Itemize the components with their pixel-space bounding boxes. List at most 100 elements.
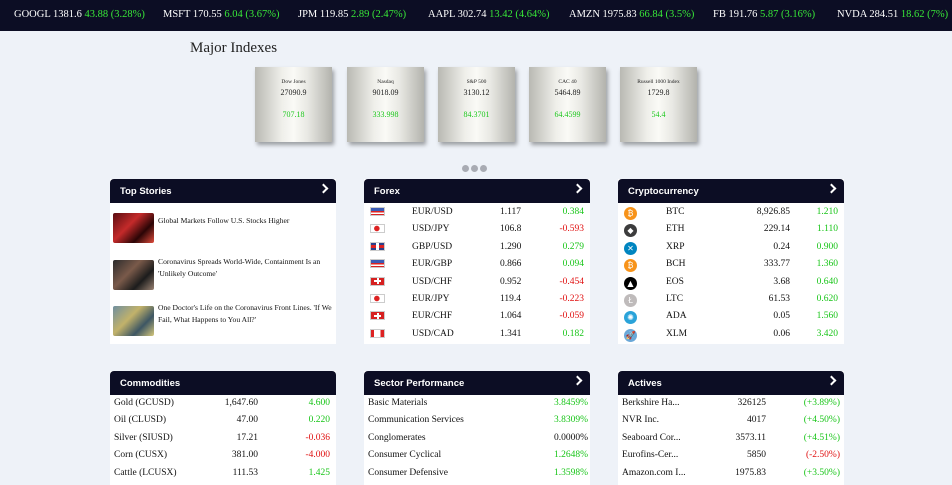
table-row[interactable]: USD/CAD 1.341 0.182 (364, 326, 590, 343)
story-item[interactable]: Coronavirus Spreads World-Wide, Containm… (110, 252, 336, 298)
table-row[interactable]: Amazon.com I... 1975.83 (+3.50%) (618, 465, 844, 482)
actives-header[interactable]: Actives (618, 371, 844, 395)
ticker-price: 302.74 (457, 9, 487, 20)
table-row[interactable]: Cattle (LCUSX) 111.53 1.425 (110, 465, 336, 482)
table-row[interactable]: Basic Materials 3.8459% (364, 395, 590, 412)
story-headline[interactable]: One Doctor's Life on the Coronavirus Fro… (158, 302, 334, 326)
chevron-right-icon[interactable] (572, 183, 583, 194)
carousel-dots[interactable] (462, 159, 489, 177)
rate-change: 0.094 (562, 259, 584, 270)
ticker-item[interactable]: NVDA 284.51 18.62 (7%) (837, 9, 948, 20)
table-row[interactable]: EUR/USD 1.117 0.384 (364, 204, 590, 221)
crypto-symbol: XLM (666, 328, 688, 339)
table-row[interactable]: Silver (SIUSD) 17.21 -0.036 (110, 430, 336, 447)
table-row[interactable]: ₿ BCH 333.77 1.360 (618, 256, 844, 273)
table-row[interactable]: Conglomerates 0.0000% (364, 430, 590, 447)
table-row[interactable]: Consumer Defensive 1.3598% (364, 465, 590, 482)
currency-pair: EUR/CHF (412, 311, 453, 322)
carousel-dot[interactable] (462, 165, 469, 172)
chevron-right-icon[interactable] (318, 183, 329, 194)
crypto-symbol: ETH (666, 224, 685, 235)
index-card[interactable]: S&P 500 3130.12 84.3701 (438, 67, 515, 142)
table-row[interactable]: ▲ EOS 3.68 0.640 (618, 274, 844, 291)
chevron-right-icon[interactable] (826, 375, 837, 386)
ticker-price: 170.55 (192, 9, 222, 20)
table-row[interactable]: Communication Services 3.8309% (364, 412, 590, 429)
top-stories-title: Top Stories (120, 186, 172, 197)
rate-change: 0.182 (562, 328, 584, 339)
table-row[interactable]: EUR/GBP 0.866 0.094 (364, 256, 590, 273)
commodity-name: Gold (GCUSD) (114, 398, 174, 408)
table-row[interactable]: ✺ ADA 0.05 1.560 (618, 308, 844, 325)
crypto-price: 229.14 (763, 224, 790, 235)
ticker-item[interactable]: GOOGL 1381.6 43.88 (3.28%) (14, 9, 145, 20)
index-card[interactable]: Dow Jones 27090.9 707.18 (255, 67, 332, 142)
ticker-change: 5.87 (3.16%) (759, 9, 816, 20)
actives-panel: Actives Berkshire Ha... 326125 (+3.89%) NVR… (618, 371, 844, 485)
actives-title: Actives (628, 378, 662, 389)
crypto-header[interactable]: Cryptocurrency (618, 179, 844, 203)
active-change: (+3.89%) (803, 398, 840, 408)
table-row[interactable]: Eurofins-Cer... 5850 (-2.50%) (618, 447, 844, 464)
table-row[interactable]: USD/JPY 106.8 -0.593 (364, 221, 590, 238)
table-row[interactable]: Ł LTC 61.53 0.620 (618, 291, 844, 308)
table-row[interactable]: ✕ XRP 0.24 0.900 (618, 239, 844, 256)
currency-pair: EUR/JPY (412, 293, 450, 304)
commodity-price: 47.00 (236, 415, 258, 426)
ticker-item[interactable]: JPM 119.85 2.89 (2.47%) (298, 9, 406, 20)
table-row[interactable]: USD/CHF 0.952 -0.454 (364, 274, 590, 291)
table-row[interactable]: Corn (CUSX) 381.00 -4.000 (110, 447, 336, 464)
crypto-change: 3.420 (816, 328, 838, 339)
chevron-right-icon[interactable] (572, 375, 583, 386)
crypto-price: 61.53 (768, 293, 790, 304)
commodity-change: 0.220 (308, 415, 330, 426)
table-row[interactable]: Oil (CLUSD) 47.00 0.220 (110, 412, 336, 429)
commodity-price: 381.00 (231, 450, 258, 461)
sector-header[interactable]: Sector Performance (364, 371, 590, 395)
sector-change: 1.3598% (553, 467, 588, 478)
index-card[interactable]: Nasdaq 9018.09 333.998 (347, 67, 424, 142)
currency-pair: USD/CHF (412, 276, 453, 287)
table-row[interactable]: ◆ ETH 229.14 1.110 (618, 221, 844, 238)
index-card[interactable]: Russell 1000 Index 1729.8 54.4 (620, 67, 697, 142)
table-row[interactable]: Berkshire Ha... 326125 (+3.89%) (618, 395, 844, 412)
active-name: NVR Inc. (622, 415, 659, 426)
table-row[interactable]: Seaboard Cor... 3573.11 (+4.51%) (618, 430, 844, 447)
table-row[interactable]: GBP/USD 1.290 0.279 (364, 239, 590, 256)
index-change: 333.998 (372, 110, 399, 119)
ticker-change: 66.84 (3.5%) (639, 9, 695, 20)
table-row[interactable]: NVR Inc. 4017 (+4.50%) (618, 412, 844, 429)
index-card[interactable]: CAC 40 5464.89 64.4599 (529, 67, 606, 142)
ticker-symbol: FB (713, 9, 726, 20)
story-item[interactable]: One Doctor's Life on the Coronavirus Fro… (110, 298, 336, 344)
chevron-right-icon[interactable] (826, 183, 837, 194)
ticker-item[interactable]: AAPL 302.74 13.42 (4.64%) (428, 9, 550, 20)
top-stories-header[interactable]: Top Stories (110, 179, 336, 203)
table-row[interactable]: EUR/CHF 1.064 -0.059 (364, 308, 590, 325)
table-row[interactable]: ₿ BTC 8,926.85 1.210 (618, 204, 844, 221)
commodity-price: 111.53 (232, 467, 258, 478)
story-headline[interactable]: Global Markets Follow U.S. Stocks Higher (158, 215, 334, 227)
table-row[interactable]: Consumer Cyclical 1.2648% (364, 447, 590, 464)
doctor-thumbnail[interactable] (113, 306, 154, 336)
carousel-dot[interactable] (480, 165, 487, 172)
table-row[interactable]: EUR/JPY 119.4 -0.223 (364, 291, 590, 308)
story-headline[interactable]: Coronavirus Spreads World-Wide, Containm… (158, 256, 334, 280)
commodity-change: -4.000 (305, 450, 330, 461)
forex-panel: Forex EUR/USD 1.117 0.384 USD/JPY 106.8 -0.59… (364, 179, 590, 344)
carousel-dot[interactable] (471, 165, 478, 172)
ticker-item[interactable]: FB 191.76 5.87 (3.16%) (713, 9, 815, 20)
table-row[interactable]: Gold (GCUSD) 1,647.60 4.600 (110, 395, 336, 412)
xlm-coin-icon: 🚀 (624, 328, 637, 342)
ticker-item[interactable]: AMZN 1975.83 66.84 (3.5%) (569, 9, 694, 20)
crypto-price: 8,926.85 (756, 207, 790, 217)
crowd-masks-thumbnail[interactable] (113, 260, 154, 290)
market-screen-thumbnail[interactable] (113, 213, 154, 243)
flag-icon (370, 276, 385, 286)
commodities-header[interactable]: Commodities (110, 371, 336, 395)
story-item[interactable]: Global Markets Follow U.S. Stocks Higher (110, 206, 336, 252)
forex-header[interactable]: Forex (364, 179, 590, 203)
ticker-item[interactable]: MSFT 170.55 6.04 (3.67%) (163, 9, 280, 20)
rate-change: 0.384 (562, 207, 584, 217)
table-row[interactable]: 🚀 XLM 0.06 3.420 (618, 326, 844, 343)
